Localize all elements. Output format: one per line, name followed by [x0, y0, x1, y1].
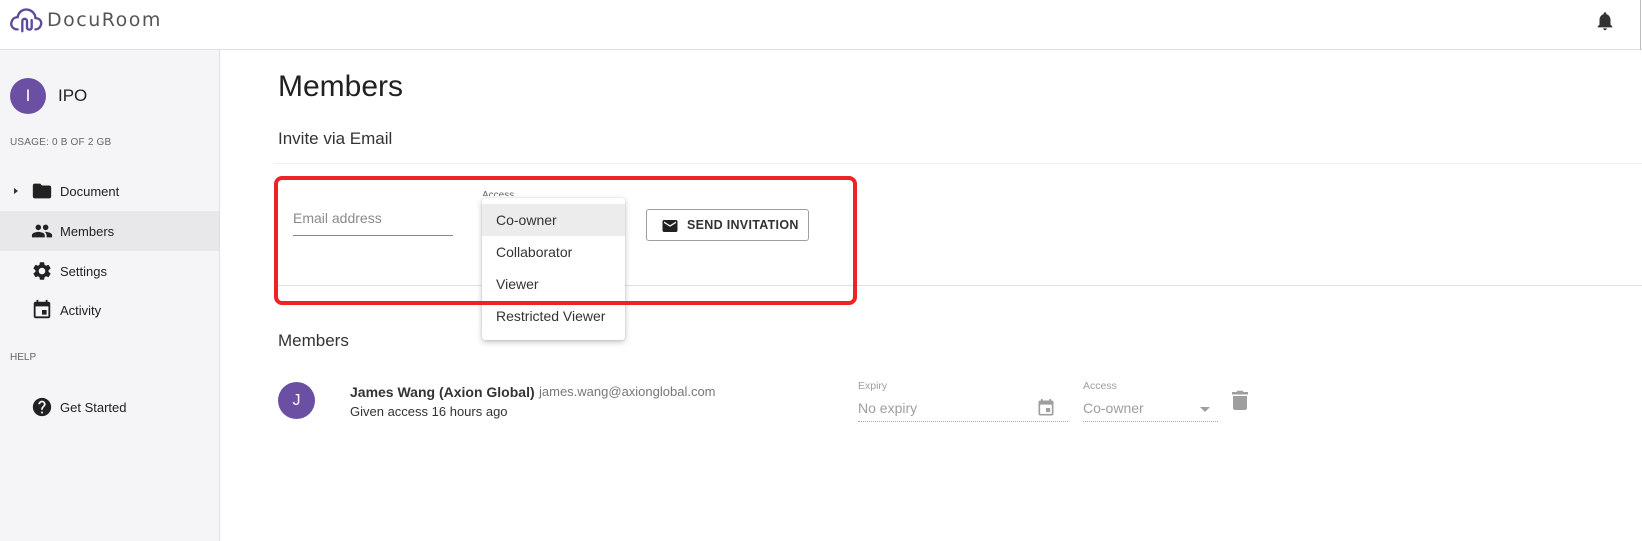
help-circle-icon: [32, 397, 52, 417]
mail-icon: [662, 220, 678, 232]
access-option-co-owner[interactable]: Co-owner: [482, 204, 625, 236]
app-name: DocuRoom: [47, 9, 162, 31]
sidebar-item-label: Members: [60, 223, 115, 239]
member-avatar: J: [278, 382, 315, 419]
chevron-down-icon: [1200, 407, 1210, 412]
expiry-field[interactable]: No expiry: [858, 396, 1068, 422]
access-dropdown-menu: Co-owner Collaborator Viewer Restricted …: [482, 198, 625, 340]
sidebar-item-get-started[interactable]: Get Started: [0, 387, 219, 427]
email-field[interactable]: [293, 200, 453, 236]
sidebar-item-activity[interactable]: Activity: [0, 290, 219, 330]
access-option-restricted-viewer[interactable]: Restricted Viewer: [482, 300, 625, 332]
folder-icon: [32, 183, 52, 199]
member-access-select[interactable]: Co-owner: [1083, 396, 1218, 422]
notification-bell-icon[interactable]: [1594, 10, 1616, 32]
top-bar: DocuRoom: [0, 0, 1642, 50]
send-invitation-label: SEND INVITATION: [687, 218, 799, 232]
access-select-label: Access: [482, 190, 515, 196]
workspace-avatar: I: [10, 78, 46, 114]
people-icon: [31, 224, 53, 238]
divider: [274, 285, 1642, 286]
access-option-viewer[interactable]: Viewer: [482, 268, 625, 300]
divider: [274, 163, 1642, 164]
sidebar-item-label: Document: [60, 183, 120, 199]
gear-icon: [33, 262, 51, 280]
workspace-header[interactable]: I IPO: [10, 78, 87, 114]
app-logo[interactable]: DocuRoom: [8, 4, 162, 36]
caret-right-icon[interactable]: [11, 186, 21, 196]
member-access-label: Access: [1083, 380, 1117, 392]
email-input[interactable]: [293, 203, 453, 233]
member-name: James Wang (Axion Global): [350, 384, 535, 400]
page-title: Members: [278, 70, 404, 103]
calendar-icon[interactable]: [1036, 398, 1056, 418]
sidebar-item-label: Settings: [60, 263, 107, 279]
access-option-collaborator[interactable]: Collaborator: [482, 236, 625, 268]
cloud-logo-icon: [10, 8, 43, 33]
member-access-value: Co-owner: [1083, 400, 1144, 416]
calendar-icon: [33, 299, 51, 319]
sidebar-item-label: Get Started: [60, 399, 127, 415]
invite-heading: Invite via Email: [278, 129, 393, 148]
workspace-name: IPO: [58, 86, 88, 105]
member-access-time: Given access 16 hours ago: [350, 404, 508, 419]
sidebar-item-members[interactable]: Members: [0, 211, 219, 251]
sidebar: I IPO USAGE: 0 B OF 2 GB Document Member…: [0, 50, 220, 541]
topbar-divider: [1640, 0, 1641, 50]
expiry-value: No expiry: [858, 400, 918, 416]
sidebar-item-label: Activity: [60, 302, 102, 318]
sidebar-item-document[interactable]: Document: [0, 171, 219, 211]
help-heading: HELP: [10, 352, 37, 363]
members-heading: Members: [278, 331, 349, 350]
send-invitation-button[interactable]: SEND INVITATION: [646, 209, 809, 241]
expiry-label: Expiry: [858, 380, 888, 392]
storage-usage: USAGE: 0 B OF 2 GB: [10, 137, 112, 148]
delete-icon[interactable]: [1231, 390, 1249, 410]
member-email: james.wang@axionglobal.com: [539, 384, 716, 399]
sidebar-item-settings[interactable]: Settings: [0, 251, 219, 291]
